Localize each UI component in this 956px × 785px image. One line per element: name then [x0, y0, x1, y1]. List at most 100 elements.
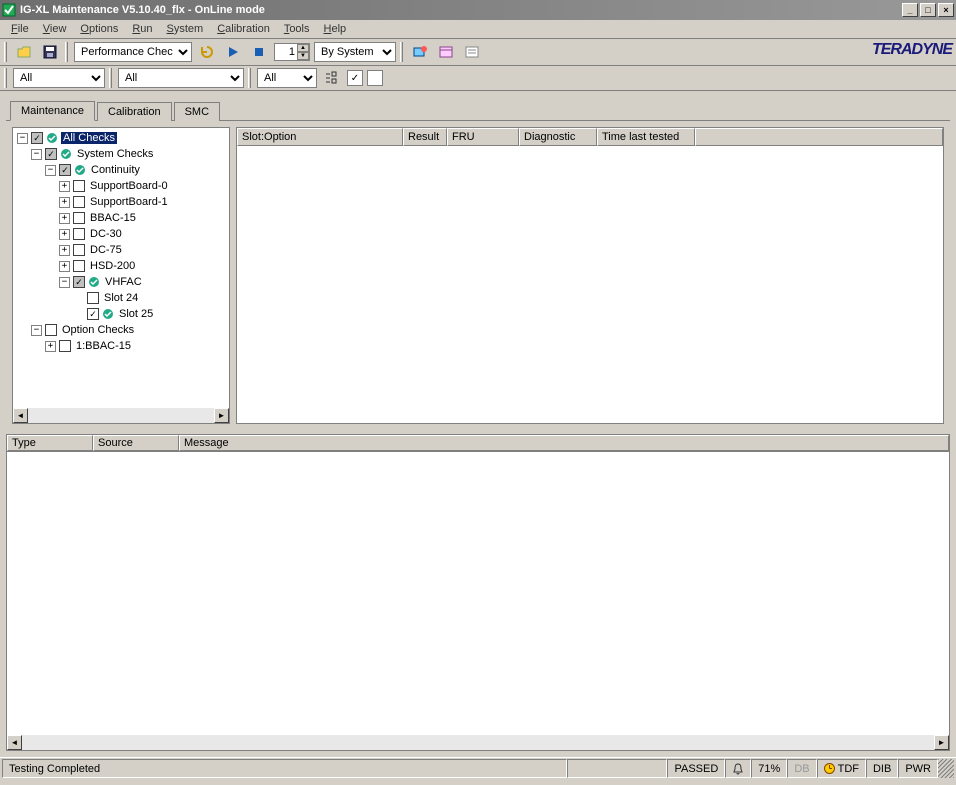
tool-button-2[interactable] [435, 41, 457, 63]
expand-icon[interactable]: + [59, 245, 70, 256]
tree-node-continuity[interactable]: − ✓ Continuity [17, 162, 227, 178]
status-pwr: PWR [898, 759, 938, 778]
checkbox[interactable] [73, 260, 85, 272]
tree-node-slot-25[interactable]: ✓ Slot 25 [17, 306, 227, 322]
menu-run[interactable]: Run [125, 21, 159, 37]
expand-icon[interactable]: + [59, 261, 70, 272]
checkbox[interactable] [73, 196, 85, 208]
checkbox[interactable]: ✓ [31, 132, 43, 144]
maximize-button[interactable]: □ [920, 3, 936, 17]
expand-icon[interactable]: + [59, 197, 70, 208]
collapse-icon[interactable]: − [31, 149, 42, 160]
checkbox[interactable] [59, 340, 71, 352]
checkbox[interactable] [73, 180, 85, 192]
column-result[interactable]: Result [403, 128, 447, 146]
status-bell[interactable] [725, 759, 751, 778]
scroll-track[interactable] [22, 735, 934, 750]
checkbox[interactable]: ✓ [45, 148, 57, 160]
save-button[interactable] [39, 41, 61, 63]
grid-body[interactable] [237, 146, 943, 423]
tree-node-slot-24[interactable]: Slot 24 [17, 290, 227, 306]
expand-icon[interactable]: + [59, 213, 70, 224]
collapse-icon[interactable]: − [45, 165, 56, 176]
checkbox[interactable] [45, 324, 57, 336]
checkbox[interactable]: ✓ [59, 164, 71, 176]
tree-options-button[interactable] [321, 67, 343, 89]
spin-up[interactable]: ▲ [297, 44, 309, 52]
stop-button[interactable] [248, 41, 270, 63]
menu-view[interactable]: View [36, 21, 74, 37]
filter2-combo[interactable]: All [118, 68, 244, 88]
column-message[interactable]: Message [179, 435, 949, 451]
menu-calibration[interactable]: Calibration [210, 21, 277, 37]
scroll-right-button[interactable]: ► [214, 408, 229, 423]
mode-combo[interactable]: Performance Check [74, 42, 192, 62]
menu-options[interactable]: Options [73, 21, 125, 37]
tree-node-all-checks[interactable]: − ✓ All Checks [17, 130, 227, 146]
column-slot-option[interactable]: Slot:Option [237, 128, 403, 146]
tree-node-option-checks[interactable]: − Option Checks [17, 322, 227, 338]
tree-node-supportboard-1[interactable]: + SupportBoard-1 [17, 194, 227, 210]
loop-count-spinner[interactable]: ▲▼ [274, 43, 310, 61]
tool-button-1[interactable] [409, 41, 431, 63]
column-fru[interactable]: FRU [447, 128, 519, 146]
tree-horizontal-scrollbar[interactable]: ◄ ► [13, 408, 229, 423]
column-time-last-tested[interactable]: Time last tested [597, 128, 695, 146]
refresh-button[interactable] [196, 41, 218, 63]
message-pane: Type Source Message ◄ ► [6, 434, 950, 751]
collapse-icon[interactable]: − [31, 325, 42, 336]
column-type[interactable]: Type [7, 435, 93, 451]
resize-grip[interactable] [938, 759, 954, 778]
checkbox[interactable]: ✓ [87, 308, 99, 320]
status-spacer [567, 759, 667, 778]
menu-system[interactable]: System [160, 21, 211, 37]
tree-node-dc-30[interactable]: + DC-30 [17, 226, 227, 242]
tree-node-supportboard-0[interactable]: + SupportBoard-0 [17, 178, 227, 194]
message-body[interactable] [7, 452, 949, 735]
uncheck-all-button[interactable] [367, 70, 383, 86]
open-button[interactable] [13, 41, 35, 63]
spin-down[interactable]: ▼ [297, 52, 309, 60]
expand-icon[interactable]: + [59, 229, 70, 240]
filter1-combo[interactable]: All [13, 68, 105, 88]
tab-calibration[interactable]: Calibration [97, 102, 172, 121]
checkbox[interactable] [73, 228, 85, 240]
filter3-combo[interactable]: All [257, 68, 317, 88]
group-by-combo[interactable]: By System [314, 42, 396, 62]
scroll-right-button[interactable]: ► [934, 735, 949, 750]
check-all-button[interactable]: ✓ [347, 70, 363, 86]
menu-help[interactable]: Help [317, 21, 354, 37]
tree-node-dc-75[interactable]: + DC-75 [17, 242, 227, 258]
tree-node-bbac-15[interactable]: + BBAC-15 [17, 210, 227, 226]
checkbox[interactable] [87, 292, 99, 304]
column-diagnostic[interactable]: Diagnostic [519, 128, 597, 146]
menu-file[interactable]: File [4, 21, 36, 37]
toolbar-main: Performance Check ▲▼ By System TERADYNE [0, 39, 956, 66]
tool-button-3[interactable] [461, 41, 483, 63]
scroll-left-button[interactable]: ◄ [7, 735, 22, 750]
minimize-button[interactable]: _ [902, 3, 918, 17]
expand-icon[interactable]: + [59, 181, 70, 192]
tree-node-opt-bbac-15[interactable]: + 1:BBAC-15 [17, 338, 227, 354]
grid-header: Slot:Option Result FRU Diagnostic Time l… [237, 128, 943, 146]
close-button[interactable]: × [938, 3, 954, 17]
run-button[interactable] [222, 41, 244, 63]
collapse-icon[interactable]: − [59, 277, 70, 288]
column-source[interactable]: Source [93, 435, 179, 451]
tree-node-hsd-200[interactable]: + HSD-200 [17, 258, 227, 274]
tab-smc[interactable]: SMC [174, 102, 220, 121]
scroll-left-button[interactable]: ◄ [13, 408, 28, 423]
toolbar-grip [400, 42, 403, 62]
checkbox[interactable]: ✓ [73, 276, 85, 288]
tree-node-system-checks[interactable]: − ✓ System Checks [17, 146, 227, 162]
tab-maintenance[interactable]: Maintenance [10, 101, 95, 121]
message-horizontal-scrollbar[interactable]: ◄ ► [7, 735, 949, 750]
scroll-track[interactable] [28, 408, 214, 423]
checkbox[interactable] [73, 212, 85, 224]
collapse-icon[interactable]: − [17, 133, 28, 144]
checkbox[interactable] [73, 244, 85, 256]
menu-tools[interactable]: Tools [277, 21, 317, 37]
tree-pane[interactable]: − ✓ All Checks − ✓ System Checks − ✓ Con… [12, 127, 230, 424]
tree-node-vhfac[interactable]: − ✓ VHFAC [17, 274, 227, 290]
expand-icon[interactable]: + [45, 341, 56, 352]
